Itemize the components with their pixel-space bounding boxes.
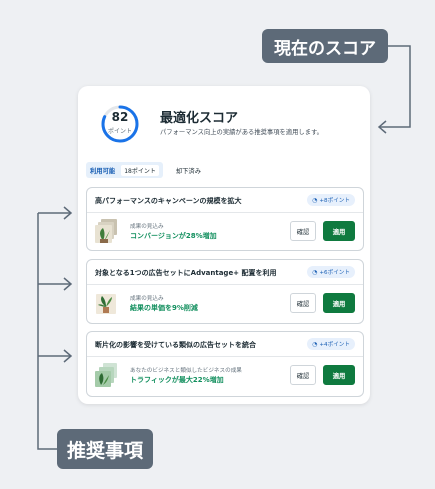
tab-available-label: 利用可能 — [90, 167, 116, 175]
points-badge-label: +8ポイント — [319, 198, 350, 204]
score-unit: ポイント — [107, 128, 132, 135]
apply-button[interactable]: 適用 — [323, 293, 355, 313]
points-badge: ◔ +8ポイント — [307, 194, 355, 206]
effect-label: 成果の見込み — [130, 296, 164, 302]
recommendation-title: 断片化の影響を受けている類似の広告セットを統合 — [95, 341, 256, 349]
card-divider — [87, 212, 363, 213]
recommendation-card: 高パフォーマンスのキャンペーンの規模を拡大 ◔ +8ポイント 成果の見込み コン… — [86, 187, 364, 251]
panel-subtitle: パフォーマンス向上の実績がある推奨事項を適用します。 — [160, 129, 323, 136]
review-button[interactable]: 確認 — [290, 221, 316, 241]
optimization-score-panel: 82 ポイント 最適化スコア パフォーマンス向上の実績がある推奨事項を適用します… — [78, 86, 370, 404]
recommendations-callout: 推奨事項 — [57, 429, 153, 469]
points-badge: ◔ +4ポイント — [307, 338, 355, 350]
gauge-icon: ◔ — [312, 340, 318, 348]
recommendation-card: 対象となる1つの広告セットにAdvantage+ 配置を利用 ◔ +6ポイント … — [86, 259, 364, 324]
gauge-icon: ◔ — [312, 196, 318, 204]
effect-label: 成果の見込み — [130, 224, 164, 230]
apply-button[interactable]: 適用 — [323, 365, 355, 385]
apply-button[interactable]: 適用 — [323, 221, 355, 241]
recommendation-title: 高パフォーマンスのキャンペーンの規模を拡大 — [95, 197, 242, 205]
review-button[interactable]: 確認 — [290, 293, 316, 313]
points-badge-label: +4ポイント — [319, 342, 350, 348]
effect-value: 結果の単価を9%削減 — [130, 304, 198, 312]
review-button[interactable]: 確認 — [290, 365, 316, 385]
points-badge-label: +6ポイント — [319, 270, 350, 276]
tab-rejected[interactable]: 却下済み — [176, 166, 201, 175]
effect-label: あなたのビジネスと類似したビジネスの成果 — [130, 368, 242, 374]
plant-photo-thumbnail — [95, 219, 117, 243]
card-divider — [87, 284, 363, 285]
effect-value: トラフィックが最大22%増加 — [130, 376, 224, 384]
tab-available[interactable]: 利用可能 18ポイント — [86, 162, 163, 178]
current-score-callout: 現在のスコア — [262, 29, 388, 63]
recommendation-tabs: 利用可能 18ポイント 却下済み — [86, 162, 201, 178]
gauge-icon: ◔ — [312, 268, 318, 276]
effect-value: コンバージョンが28%増加 — [130, 232, 217, 240]
recommendation-title: 対象となる1つの広告セットにAdvantage+ 配置を利用 — [95, 269, 277, 277]
plant-photo-thumbnail — [96, 294, 116, 314]
recommendation-card: 断片化の影響を受けている類似の広告セットを統合 ◔ +4ポイント あなたのビジネ… — [86, 331, 364, 397]
points-badge: ◔ +6ポイント — [307, 266, 355, 278]
tab-available-count: 18ポイント — [121, 164, 159, 176]
plant-photo-thumbnail — [95, 363, 117, 387]
panel-title: 最適化スコア — [160, 111, 239, 126]
card-divider — [87, 356, 363, 357]
score-value: 82 — [111, 110, 129, 124]
